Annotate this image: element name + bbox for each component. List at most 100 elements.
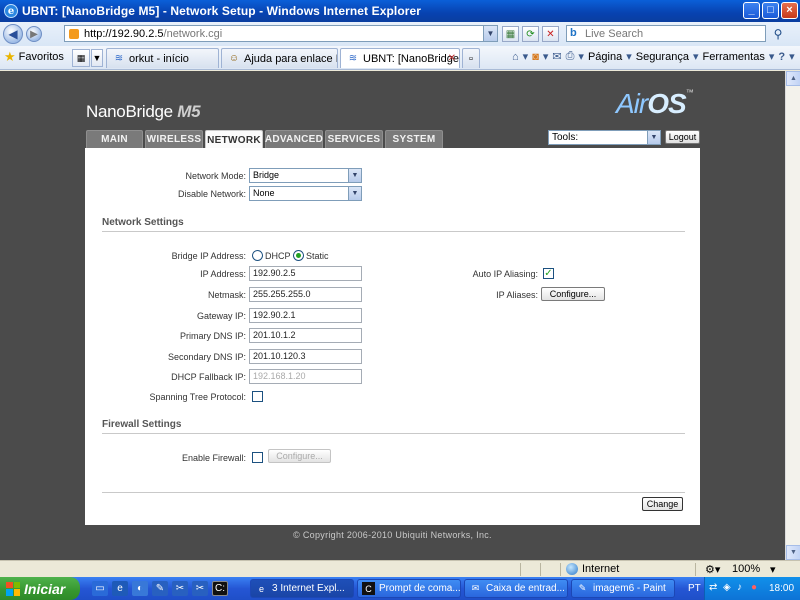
favorites-button[interactable]: ★ Favoritos (4, 50, 64, 63)
tool-quicklaunch-icon[interactable]: ✂ (172, 581, 188, 596)
explorer-quicklaunch-icon[interactable]: ◐ (132, 581, 148, 596)
product-model: M5 (177, 102, 201, 121)
change-button[interactable]: Change (642, 497, 683, 511)
paint-quicklaunch-icon[interactable]: ✎ (152, 581, 168, 596)
tab-advanced[interactable]: ADVANCED (265, 130, 323, 148)
protected-mode-icon[interactable]: ⚙▾ (705, 563, 720, 576)
task-internet-explorer[interactable]: e 3 Internet Expl... (250, 579, 354, 598)
task-command-prompt[interactable]: C Prompt de coma... (357, 579, 461, 598)
security-zone[interactable]: Internet (566, 563, 619, 575)
tab-services[interactable]: SERVICES (325, 130, 383, 148)
scroll-up-icon[interactable]: ▲ (786, 71, 800, 86)
network-tray-icon[interactable]: ⇄ (709, 582, 717, 593)
clock[interactable]: 18:00 (769, 583, 794, 594)
show-desktop-icon[interactable]: ▭ (92, 581, 108, 596)
zoom-level[interactable]: 100% (732, 563, 760, 575)
address-dropdown[interactable]: ▼ (483, 26, 497, 41)
dhcp-radio[interactable] (252, 250, 263, 261)
secondary-dns-label: Secondary DNS IP: (167, 352, 246, 362)
vertical-scrollbar[interactable]: ▲ ▼ (785, 71, 800, 560)
refresh-button[interactable]: ⟳ (522, 26, 539, 42)
static-label: Static (306, 251, 329, 261)
gateway-label: Gateway IP: (196, 311, 246, 321)
task-inbox[interactable]: ✉ Caixa de entrad... (464, 579, 568, 598)
address-input[interactable]: http://192.90.2.5/network.cgi ▼ (64, 25, 498, 42)
url-path: /network.cgi (163, 27, 223, 40)
new-tab-icon: ▫ (469, 52, 473, 65)
shield-icon[interactable]: ◈ (723, 582, 731, 593)
tab-list-button[interactable]: ▼ (91, 49, 103, 67)
windows-logo-icon (6, 581, 20, 596)
start-button[interactable]: Iniciar (0, 577, 80, 600)
product-logo: NanoBridge M5 (86, 102, 201, 122)
task-paint[interactable]: ✎ imagem6 - Paint (571, 579, 675, 598)
quick-tabs-button[interactable]: ▦ (72, 49, 90, 67)
browser-tab-ubnt[interactable]: ≋ UBNT: [NanoBridge ... ✕ (340, 48, 460, 68)
static-radio[interactable] (293, 250, 304, 261)
help-icon[interactable]: ? (778, 51, 785, 63)
firewall-settings-heading: Firewall Settings (102, 419, 685, 434)
safety-menu[interactable]: Segurança (636, 51, 689, 63)
browser-tab-forum[interactable]: ☺ Ajuda para enlace Nan... (221, 48, 338, 68)
maximize-button[interactable]: □ (762, 2, 779, 19)
chevron-down-icon: ▼ (92, 53, 102, 63)
enable-firewall-checkbox[interactable] (252, 452, 263, 463)
back-button[interactable]: ◀ (3, 24, 23, 44)
forward-button[interactable]: ▶ (26, 26, 42, 42)
logout-button[interactable]: Logout (665, 130, 700, 144)
tab-label: Ajuda para enlace Nan... (244, 52, 337, 65)
forward-arrow-icon: ▶ (30, 28, 38, 40)
dhcp-fallback-label: DHCP Fallback IP: (171, 372, 246, 382)
tab-network[interactable]: NETWORK (205, 130, 263, 149)
page-menu[interactable]: Página (588, 51, 622, 63)
tab-close-icon[interactable]: ✕ (448, 53, 456, 64)
network-mode-label: Network Mode: (185, 171, 246, 181)
search-input[interactable]: b Live Search (566, 25, 766, 42)
ie-icon: e (4, 4, 18, 18)
zone-label: Internet (582, 563, 620, 575)
alert-icon[interactable]: ● (751, 582, 757, 593)
compat-icon: ▦ (505, 28, 516, 40)
tools-select[interactable]: Tools: ▼ (548, 130, 661, 145)
tab-wireless[interactable]: WIRELESS (145, 130, 203, 148)
ip-aliases-configure-button[interactable]: Configure... (541, 287, 605, 301)
stp-checkbox[interactable] (252, 391, 263, 402)
window-titlebar: e UBNT: [NanoBridge M5] - Network Setup … (0, 0, 800, 22)
disable-network-select[interactable]: None ▼ (249, 186, 362, 201)
bridge-ip-label: Bridge IP Address: (171, 251, 246, 261)
network-settings-heading: Network Settings (102, 217, 685, 232)
tab-system[interactable]: SYSTEM (385, 130, 443, 148)
command-bar: ⌂ ▾ ◙ ▾ ✉ ⎙ ▾ Página ▾ Segurança ▾ Ferramenta… (512, 50, 795, 63)
auto-ip-aliasing-checkbox[interactable]: ✓ (543, 268, 554, 279)
gateway-input[interactable]: 192.90.2.1 (249, 308, 362, 323)
tools-menu[interactable]: Ferramentas (702, 51, 764, 63)
network-mode-select[interactable]: Bridge ▼ (249, 168, 362, 183)
app-quicklaunch-icon[interactable]: ✂ (192, 581, 208, 596)
secondary-dns-input[interactable]: 201.10.120.3 (249, 349, 362, 364)
cmd-icon: C (362, 582, 375, 595)
ip-address-input[interactable]: 192.90.2.5 (249, 266, 362, 281)
netmask-input[interactable]: 255.255.255.0 (249, 287, 362, 302)
compat-view-button[interactable]: ▦ (502, 26, 519, 42)
primary-dns-input[interactable]: 201.10.1.2 (249, 328, 362, 343)
copyright-text: © Copyright 2006-2010 Ubiquiti Networks,… (293, 530, 492, 540)
stop-button[interactable]: ✕ (542, 26, 559, 42)
tab-main[interactable]: MAIN (86, 130, 143, 148)
refresh-icon: ⟳ (526, 28, 535, 40)
volume-icon[interactable]: ♪ (737, 582, 742, 593)
primary-dns-label: Primary DNS IP: (179, 331, 246, 341)
mail-icon[interactable]: ✉ (552, 50, 561, 63)
browser-tab-orkut[interactable]: ≋ orkut - início (106, 48, 219, 68)
search-go-button[interactable]: ⚲ (770, 26, 786, 42)
new-tab-button[interactable]: ▫ (462, 48, 480, 68)
language-indicator[interactable]: PT (688, 583, 701, 594)
print-icon[interactable]: ⎙ (566, 50, 575, 63)
close-button[interactable]: × (781, 2, 798, 19)
feeds-icon[interactable]: ◙ (532, 51, 539, 63)
cmd-quicklaunch-icon[interactable]: C: (212, 581, 228, 596)
scroll-down-icon[interactable]: ▼ (786, 545, 800, 560)
ie-quicklaunch-icon[interactable]: e (112, 581, 128, 596)
address-toolbar: ◀ ▶ http://192.90.2.5/network.cgi ▼ ▦ ⟳ … (0, 22, 800, 46)
minimize-button[interactable]: _ (743, 2, 760, 19)
home-icon[interactable]: ⌂ (512, 51, 519, 63)
